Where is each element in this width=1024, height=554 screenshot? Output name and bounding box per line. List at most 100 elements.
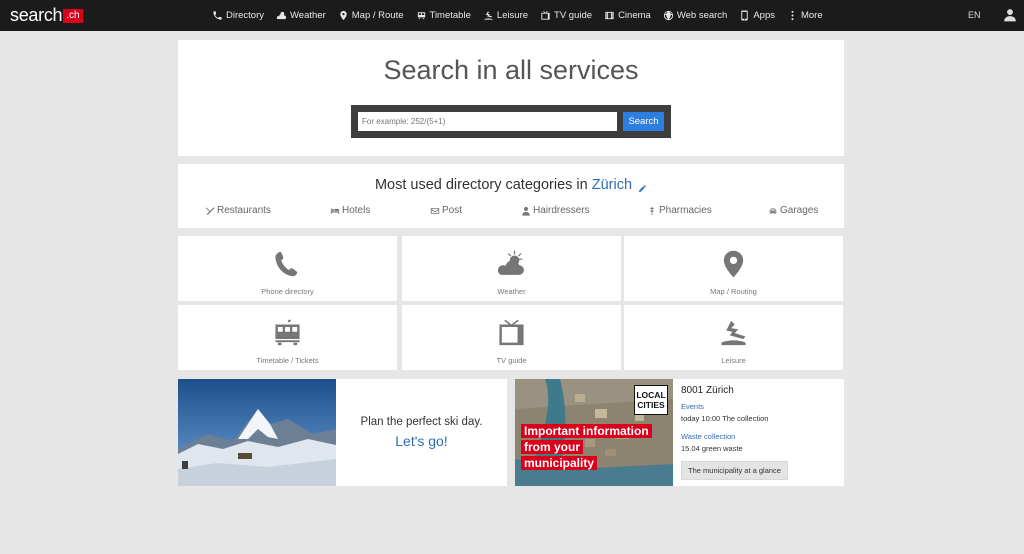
ski-promo-headline: Plan the perfect ski day. [360, 416, 483, 428]
search-box: Search [351, 105, 671, 138]
search-ch-logo[interactable]: search .ch [10, 6, 83, 24]
nav-item-more[interactable]: More [787, 10, 823, 21]
tile-label: Map / Routing [710, 287, 757, 296]
tile-timetable-tickets[interactable]: Timetable / Tickets [178, 305, 397, 370]
nav-item-directory[interactable]: Directory [212, 10, 264, 21]
zurich-city-image[interactable]: LOCAL CITIES Important information from … [515, 379, 673, 486]
nav-item-weather[interactable]: Weather [276, 10, 326, 21]
ski-promo-link[interactable]: Let's go! [336, 433, 507, 449]
edit-icon[interactable] [638, 181, 647, 192]
category-label: Garages [780, 205, 819, 216]
train-icon [417, 12, 425, 20]
tv-icon [541, 10, 550, 20]
category-hairdressers[interactable]: Hairdressers [521, 205, 590, 216]
nav-label: TV guide [554, 10, 593, 21]
bed-icon [330, 208, 340, 214]
user-icon[interactable] [1003, 8, 1017, 22]
local-badge-line1: LOCAL [636, 390, 666, 400]
tv-icon [499, 319, 524, 346]
nav-item-timetable[interactable]: Timetable [416, 10, 471, 21]
category-label: Hairdressers [533, 205, 590, 216]
nav-label: Directory [226, 10, 265, 21]
tile-map-routing[interactable]: Map / Routing [624, 236, 843, 301]
ski-mountain-image [178, 379, 336, 486]
category-hotels[interactable]: Hotels [330, 205, 370, 216]
search-input[interactable] [358, 112, 617, 131]
category-label: Post [442, 205, 463, 216]
nav-label: Weather [290, 10, 326, 21]
search-panel: Search in all services Search [178, 40, 844, 156]
map-pin-icon [340, 10, 347, 21]
events-link[interactable]: Events [681, 402, 704, 411]
tile-tv-guide[interactable]: TV guide [402, 305, 621, 370]
nav-label: Cinema [618, 10, 651, 21]
tile-label: Phone directory [261, 287, 314, 296]
category-garages[interactable]: Garages [768, 205, 818, 216]
train-icon [275, 319, 300, 346]
ski-promo-card[interactable]: Plan the perfect ski day. Let's go! [178, 379, 507, 486]
city-link[interactable]: Zürich [592, 177, 632, 193]
category-label: Pharmacies [659, 205, 712, 216]
logo-word: search [10, 5, 63, 25]
phone-icon [275, 251, 298, 277]
cloud-sun-icon [276, 11, 287, 20]
municipality-title: 8001 Zürich [681, 385, 734, 396]
nav-item-leisure[interactable]: Leisure [483, 10, 528, 21]
top-navigation-bar: search .ch Directory Weather Map / Route… [0, 0, 1024, 31]
car-icon [769, 208, 777, 214]
tile-weather[interactable]: Weather [402, 236, 621, 301]
nav-item-map-route[interactable]: Map / Route [338, 10, 404, 21]
search-button[interactable]: Search [623, 112, 664, 131]
directory-categories-panel: Most used directory categories in Zürich… [178, 164, 844, 228]
page-title: Search in all services [383, 55, 639, 85]
nav-item-apps[interactable]: Apps [739, 10, 775, 21]
envelope-icon [430, 207, 440, 214]
nav-label: Map / Route [351, 10, 404, 21]
municipality-overview-button[interactable]: The municipality at a glance [681, 461, 788, 480]
map-pin-icon [723, 250, 744, 278]
important-line: from your [521, 440, 584, 454]
tile-label: Timetable / Tickets [256, 356, 319, 365]
person-icon [522, 206, 530, 216]
language-selector[interactable]: EN [968, 10, 981, 20]
categories-title: Most used directory categories in Zürich [178, 177, 844, 193]
local-cities-card: LOCAL CITIES Important information from … [515, 379, 844, 486]
nav-label: Leisure [496, 10, 529, 21]
waste-collection-text: 15.04 green waste [681, 444, 743, 453]
logo-tld: .ch [63, 9, 83, 23]
waste-collection-link[interactable]: Waste collection [681, 432, 735, 441]
municipality-info: 8001 Zürich Events today 10:00 The colle… [681, 379, 843, 486]
tile-label: Leisure [721, 356, 746, 365]
globe-icon [663, 10, 673, 21]
leisure-icon [721, 320, 746, 346]
nav-item-web-search[interactable]: Web search [663, 10, 728, 21]
category-pharmacies[interactable]: Pharmacies [647, 205, 712, 216]
local-cities-logo: LOCAL CITIES [634, 385, 668, 415]
pharmacy-icon [649, 206, 655, 215]
category-list: Restaurants Hotels Post Hairdressers Pha… [178, 205, 844, 219]
nav-label: Apps [753, 10, 775, 21]
important-info-banner: Important information from your municipa… [521, 423, 661, 471]
local-badge-line2: CITIES [637, 400, 665, 410]
events-text: today 10:00 The collection [681, 414, 769, 423]
category-post[interactable]: Post [430, 205, 462, 216]
tile-leisure[interactable]: Leisure [624, 305, 843, 370]
ski-promo-text: Plan the perfect ski day. Let's go! [336, 379, 507, 486]
important-line: Important information [521, 424, 652, 438]
categories-title-prefix: Most used directory categories in [374, 177, 588, 193]
phone-device-icon [741, 10, 749, 21]
phone-icon [213, 11, 222, 20]
nav-item-cinema[interactable]: Cinema [604, 10, 651, 21]
important-line: municipality [521, 456, 598, 470]
category-restaurants[interactable]: Restaurants [205, 205, 271, 216]
main-nav: Directory Weather Map / Route Timetable … [212, 0, 835, 31]
tile-label: TV guide [496, 356, 527, 365]
nav-item-tv-guide[interactable]: TV guide [540, 10, 592, 21]
leisure-icon [484, 11, 493, 20]
nav-label: More [800, 10, 823, 21]
nav-label: Web search [676, 10, 728, 21]
tile-phone-directory[interactable]: Phone directory [178, 236, 397, 301]
cloud-sun-icon [497, 250, 524, 275]
film-icon [605, 11, 614, 20]
category-label: Hotels [342, 205, 371, 216]
